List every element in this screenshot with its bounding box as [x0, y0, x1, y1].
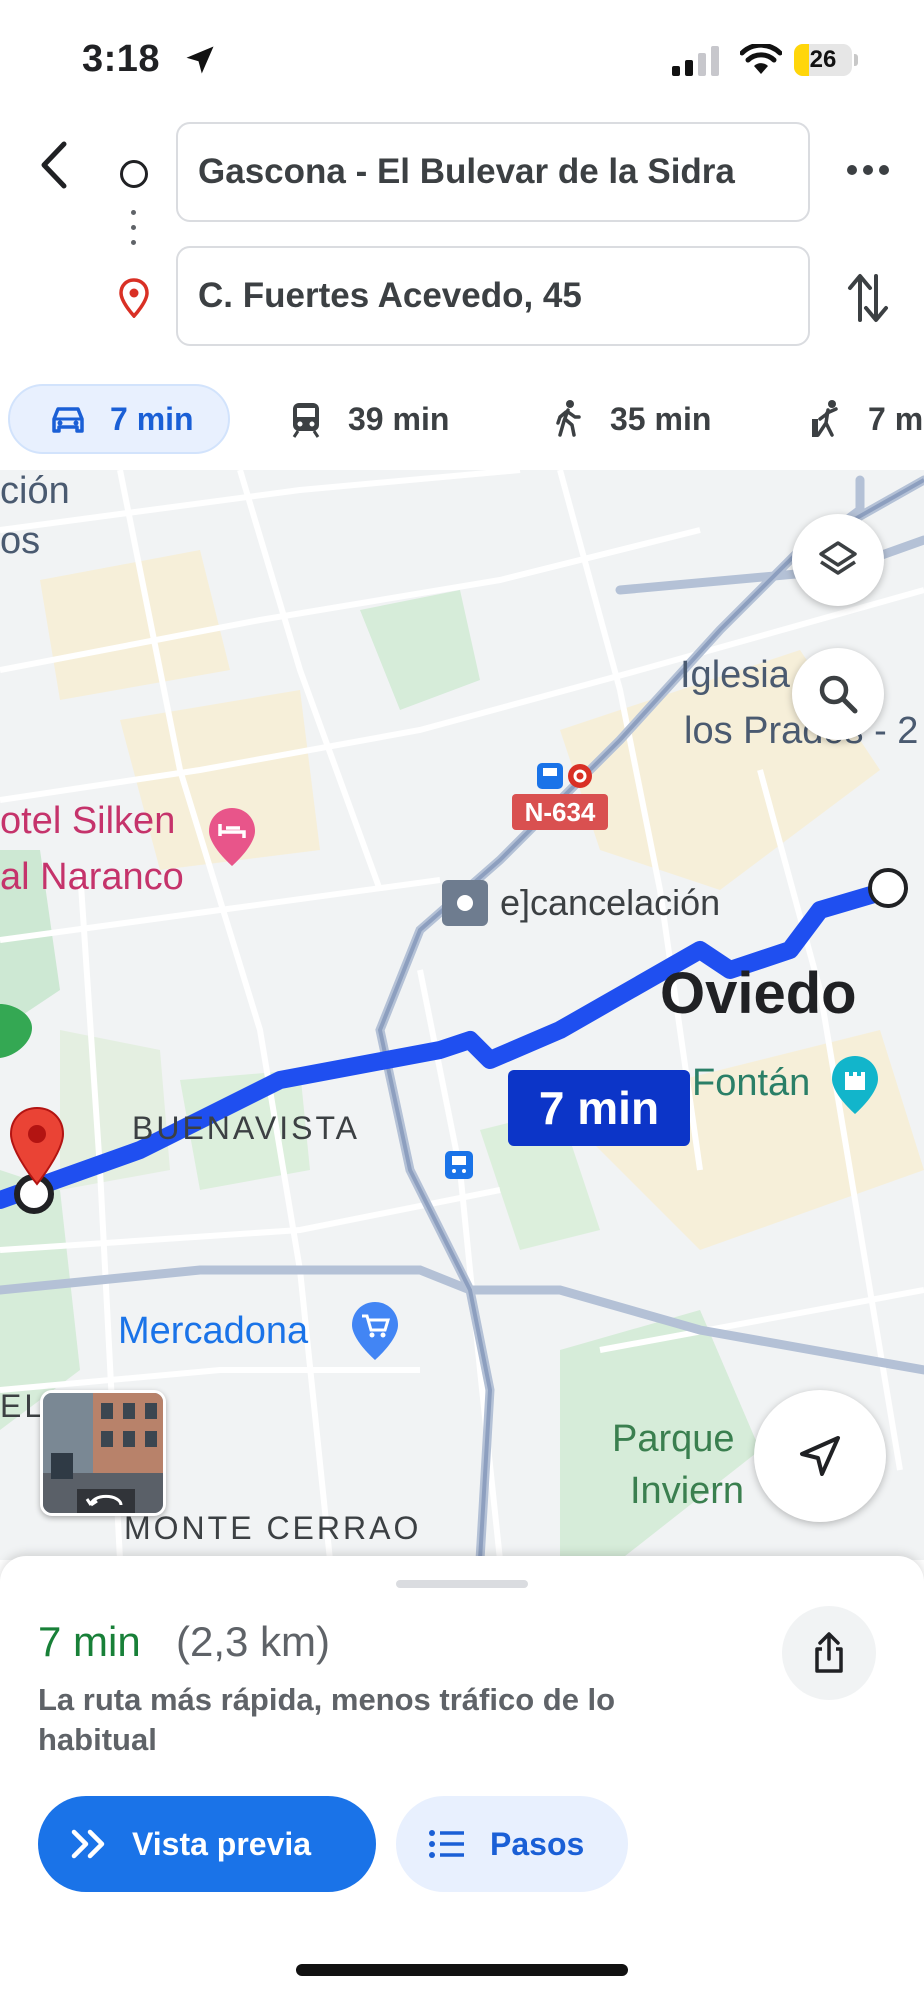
- hotel-icon[interactable]: [206, 806, 258, 868]
- map-label-city: Oviedo: [660, 961, 857, 1026]
- tab-transit[interactable]: 39 min: [286, 384, 449, 454]
- walk-icon: [556, 400, 581, 437]
- search-icon: [819, 675, 858, 714]
- list-icon: [429, 1830, 464, 1858]
- battery-level: 26: [809, 46, 837, 73]
- park-icon: [0, 1004, 32, 1058]
- sheet-grabber[interactable]: [396, 1580, 528, 1588]
- street-view-image: [43, 1393, 163, 1513]
- map-label-parque-line2: Inviern: [630, 1470, 745, 1512]
- preview-button-label: Vista previa: [132, 1825, 312, 1862]
- locate-icon: [800, 1436, 840, 1476]
- wifi-icon: [740, 44, 782, 74]
- tab-driving[interactable]: 7 min: [8, 384, 230, 454]
- place-marker-icon: [442, 880, 488, 926]
- status-bar: 3:18 26: [0, 0, 924, 120]
- origin-circle-icon: [120, 160, 148, 188]
- layers-button[interactable]: [792, 514, 884, 606]
- steps-button-label: Pasos: [490, 1825, 585, 1862]
- road-shield-n634: N-634: [512, 794, 608, 830]
- destination-marker-icon[interactable]: [8, 1106, 66, 1188]
- search-along-route-button[interactable]: [792, 648, 884, 740]
- tab-transit-label: 39 min: [348, 400, 450, 437]
- map-label-hotel-line1: otel Silken: [0, 800, 176, 842]
- tab-ride[interactable]: 7 mi: [806, 384, 924, 454]
- origin-field[interactable]: Gascona - El Bulevar de la Sidra: [176, 122, 810, 222]
- map-label-cion: ción: [0, 470, 70, 512]
- swap-icon[interactable]: [846, 270, 890, 326]
- destination-field[interactable]: C. Fuertes Acevedo, 45: [176, 246, 810, 346]
- route-description: La ruta más rápida, menos tráfico de lo …: [38, 1682, 616, 1757]
- route-summary-sheet[interactable]: 7 min (2,3 km) La ruta más rápida, menos…: [0, 1556, 924, 2000]
- map-label-cancelacion: e]cancelación: [500, 882, 721, 923]
- map-label-monte-cerrao: MONTE CERRAO: [124, 1510, 422, 1546]
- status-time: 3:18: [82, 38, 161, 80]
- street-view-thumbnail[interactable]: [40, 1390, 166, 1516]
- map-label-parque-line1: Parque: [612, 1418, 735, 1460]
- car-icon: [52, 407, 84, 433]
- signal-icon: [672, 46, 719, 76]
- transit-station-icon: [445, 1151, 473, 1179]
- train-icon: [292, 403, 320, 438]
- route-connector: [131, 210, 137, 256]
- back-chevron-icon[interactable]: [26, 130, 86, 200]
- map-label-os: os: [0, 520, 41, 562]
- tab-ride-label: 7 mi: [868, 400, 924, 437]
- share-icon: [815, 1632, 843, 1673]
- route-duration: 7 min: [38, 1618, 141, 1665]
- map-label-buenavista: BUENAVISTA: [132, 1110, 360, 1146]
- more-icon[interactable]: [840, 150, 896, 190]
- tower-icon[interactable]: [830, 1054, 880, 1116]
- steps-button[interactable]: Pasos: [396, 1796, 628, 1892]
- share-button[interactable]: [782, 1606, 876, 1700]
- double-chevron-icon: [71, 1829, 105, 1859]
- route-eta-callout[interactable]: 7 min: [508, 1070, 690, 1146]
- locate-me-button[interactable]: [754, 1390, 886, 1522]
- layers-icon: [819, 541, 857, 575]
- preview-button[interactable]: Vista previa: [38, 1796, 376, 1892]
- map-label-hotel-line2: al Naranco: [0, 856, 184, 898]
- map-label-mercadona: Mercadona: [118, 1310, 309, 1352]
- destination-pin-icon: [119, 278, 149, 318]
- travel-mode-tabs: 7 min 39 min 35 min 7 mi: [0, 384, 924, 470]
- map-view[interactable]: ción os otel Silken al Naranco Iglesia S…: [0, 470, 924, 1560]
- ride-icon: [812, 400, 838, 437]
- battery-icon: 26: [794, 44, 858, 76]
- location-arrow-icon: [186, 46, 214, 74]
- tab-driving-label: 7 min: [110, 400, 194, 437]
- home-indicator: [296, 1964, 628, 1976]
- tab-walking-label: 35 min: [610, 400, 712, 437]
- map-label-fontan: Fontán: [692, 1062, 811, 1104]
- cart-icon[interactable]: [350, 1300, 400, 1362]
- route-distance: (2,3 km): [176, 1618, 331, 1665]
- metro-icon: [537, 763, 592, 789]
- tab-walking[interactable]: 35 min: [548, 384, 711, 454]
